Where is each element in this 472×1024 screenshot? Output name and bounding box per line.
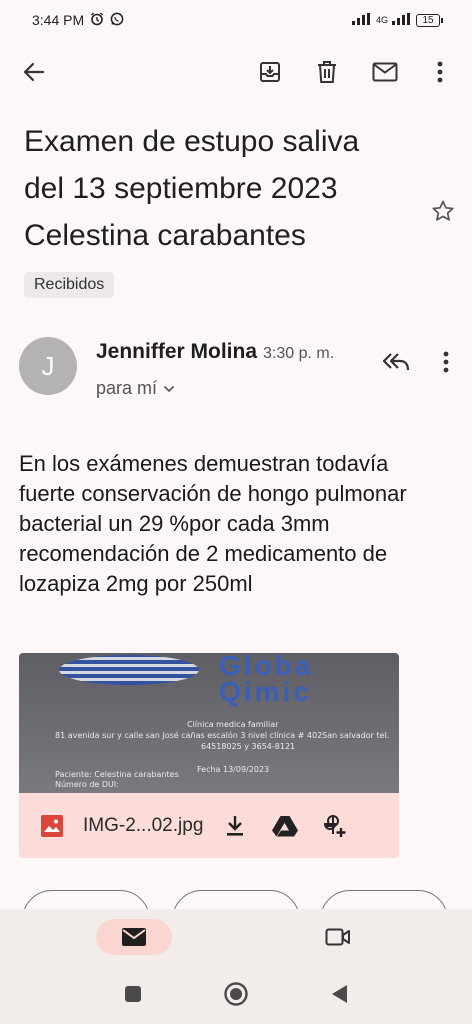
top-toolbar (0, 52, 472, 92)
star-button[interactable] (428, 196, 458, 226)
mark-unread-button[interactable] (365, 52, 405, 92)
envelope-icon (372, 62, 398, 82)
alarm-icon (90, 12, 104, 29)
attachment-file-name: IMG-2...02.jpg (83, 814, 204, 836)
status-bar: 3:44 PM 4G 15 (0, 0, 472, 40)
attachment-card[interactable]: Globa Qimic Clínica medica familiar 81 a… (19, 653, 399, 858)
battery-level: 15 (416, 13, 443, 27)
logo-globe (59, 655, 199, 685)
attachment-bar: IMG-2...02.jpg (19, 793, 399, 858)
back-button[interactable] (14, 52, 54, 92)
archive-icon (260, 62, 280, 82)
save-to-drive-button[interactable] (267, 808, 303, 844)
delete-button[interactable] (307, 52, 347, 92)
sent-time: 3:30 p. m. (263, 345, 335, 362)
reply-all-button[interactable] (378, 344, 414, 380)
more-vert-icon (437, 61, 443, 83)
square-icon (125, 986, 141, 1002)
preview-dui: Número de DUI: (55, 780, 119, 789)
chevron-down-icon (163, 385, 175, 392)
mail-icon (122, 928, 146, 946)
email-subject: Examen de estupo saliva del 13 septiembr… (24, 125, 360, 252)
image-file-icon (39, 813, 65, 839)
more-options-button[interactable] (420, 52, 460, 92)
nav-meet-tab[interactable] (300, 919, 376, 955)
whatsapp-icon (110, 12, 124, 29)
drive-icon (272, 815, 299, 836)
status-right: 4G 15 (351, 12, 443, 28)
preview-patient: Paciente: Celestina carabantes (55, 770, 179, 779)
star-icon (432, 200, 454, 221)
triangle-back-icon (332, 985, 347, 1003)
status-left: 3:44 PM (32, 12, 124, 29)
arrow-left-icon (23, 62, 45, 82)
trash-icon (318, 61, 336, 83)
label-chip[interactable]: Recibidos (24, 272, 115, 298)
add-to-photos-button[interactable] (317, 808, 353, 844)
sender-name[interactable]: Jenniffer Molina (96, 340, 257, 364)
preview-phones: 64518025 y 3654-8121 (201, 742, 296, 751)
preview-logo: Globa Qimic (219, 653, 314, 707)
attachment-preview[interactable]: Globa Qimic Clínica medica familiar 81 a… (19, 653, 399, 793)
download-button[interactable] (217, 808, 253, 844)
recipients-toggle[interactable]: para mí (96, 378, 175, 399)
home-circle-icon (224, 982, 248, 1006)
avatar[interactable]: J (19, 337, 77, 395)
system-nav (0, 967, 472, 1024)
email-body: En los exámenes demuestran todavía fuert… (19, 451, 407, 596)
signal-icon-2 (392, 12, 412, 28)
preview-clinic: Clínica medica familiar (187, 720, 279, 729)
archive-button[interactable] (250, 52, 290, 92)
signal-icon (351, 12, 372, 28)
back-nav-button[interactable] (324, 979, 354, 1009)
home-button[interactable] (221, 979, 251, 1009)
video-camera-icon (325, 928, 350, 946)
recents-button[interactable] (118, 979, 148, 1009)
status-time: 3:44 PM (32, 12, 85, 28)
preview-date: Fecha 13/09/2023 (197, 765, 270, 774)
message-more-button[interactable] (428, 344, 464, 380)
nav-mail-tab[interactable] (96, 919, 172, 955)
download-icon (227, 815, 244, 836)
photos-add-icon (324, 814, 346, 837)
preview-address: 81 avenida sur y calle san José cañas es… (55, 731, 390, 740)
reply-all-icon (382, 353, 410, 371)
sender-line: Jenniffer Molina 3:30 p. m. (96, 340, 334, 364)
network-type: 4G (375, 14, 388, 25)
bottom-nav (0, 909, 472, 967)
more-vert-icon (443, 351, 449, 373)
recipient-text: para mí (96, 378, 158, 398)
